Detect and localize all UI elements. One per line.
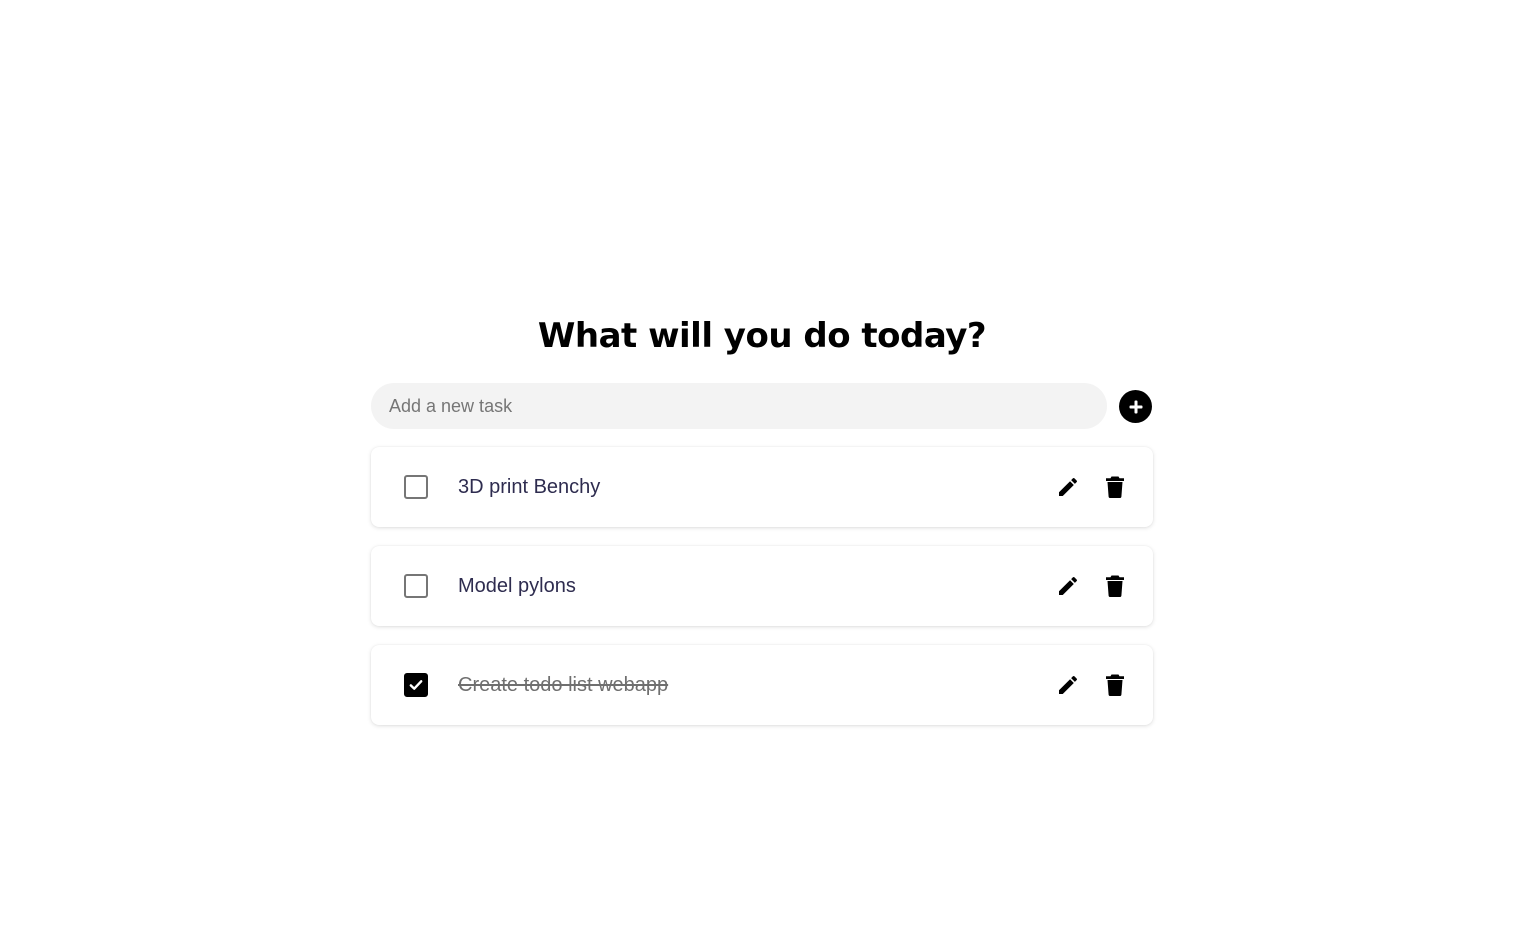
task-list: 3D print Benchy Model pylons Create todo… [371,447,1153,725]
task-label: Create todo list webapp [458,674,669,696]
new-task-input[interactable] [371,383,1107,429]
delete-task-button[interactable] [1102,671,1128,699]
trash-icon [1106,476,1124,499]
pencil-icon [1059,576,1078,595]
edit-task-button[interactable] [1055,671,1081,699]
task-checkbox[interactable] [404,673,428,697]
task-checkbox[interactable] [404,574,428,598]
todo-app: What will you do today? 3D print Benchy [371,313,1153,744]
plus-icon [1129,400,1142,413]
task-label: Model pylons [458,575,576,597]
add-task-row [371,383,1153,429]
task-item: 3D print Benchy [371,447,1153,527]
delete-task-button[interactable] [1102,572,1128,600]
checkmark-icon [409,680,423,690]
trash-icon [1106,575,1124,598]
task-checkbox[interactable] [404,475,428,499]
pencil-icon [1059,477,1078,496]
task-item: Model pylons [371,546,1153,626]
pencil-icon [1059,675,1078,694]
trash-icon [1106,674,1124,697]
add-task-button[interactable] [1119,390,1152,423]
task-label: 3D print Benchy [458,476,601,498]
edit-task-button[interactable] [1055,473,1081,501]
page-title: What will you do today? [537,316,987,356]
edit-task-button[interactable] [1055,572,1081,600]
delete-task-button[interactable] [1102,473,1128,501]
task-item: Create todo list webapp [371,645,1153,725]
